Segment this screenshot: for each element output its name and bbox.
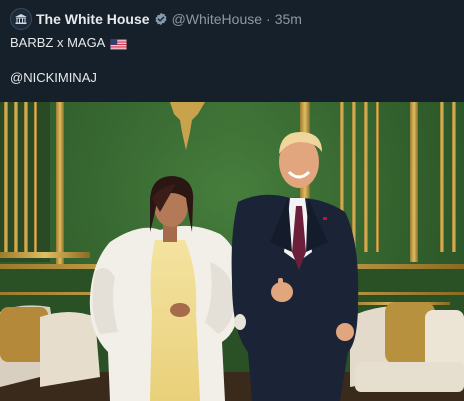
separator-dot: · [266, 11, 271, 27]
tweet-text: BARBZ x MAGA [10, 35, 106, 50]
author-handle[interactable]: @WhiteHouse [172, 11, 262, 27]
author-display-name[interactable]: The White House [36, 11, 150, 27]
tweet-header: The White House @WhiteHouse · 35m BARBZ … [0, 0, 464, 102]
verified-badge-icon [154, 12, 168, 26]
tweet-timestamp[interactable]: 35m [275, 11, 302, 27]
white-house-logo-icon[interactable] [10, 8, 32, 30]
us-flag-icon [110, 38, 127, 50]
tweet-photo[interactable] [0, 102, 464, 401]
tweet-author-row: The White House @WhiteHouse · 35m [36, 11, 302, 27]
tweet-text-line-1: BARBZ x MAGA [10, 35, 127, 51]
tweet-mention[interactable]: @NICKIMINAJ [10, 70, 97, 86]
